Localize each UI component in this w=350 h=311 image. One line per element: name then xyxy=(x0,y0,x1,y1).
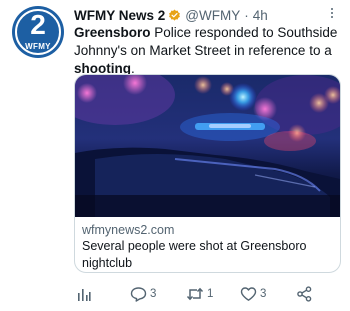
tweet[interactable]: 2 WFMY WFMY News 2 @WFMY · 4h Greensboro… xyxy=(0,0,350,311)
tweet-actions: 3 1 3 xyxy=(74,284,340,304)
retweet-button[interactable]: 1 xyxy=(186,284,213,304)
retweet-icon xyxy=(186,286,204,302)
tweet-text: Greensboro Police responded to Southside… xyxy=(74,24,340,78)
card-image xyxy=(75,75,340,217)
tweet-header: WFMY News 2 @WFMY · 4h xyxy=(74,6,268,24)
share-button[interactable] xyxy=(296,284,313,304)
card-title: Several people were shot at Greensboro n… xyxy=(82,239,307,270)
reply-count: 3 xyxy=(150,288,157,300)
reply-button[interactable]: 3 xyxy=(130,284,156,304)
analytics-icon xyxy=(76,286,92,302)
tweet-text-bold-city[interactable]: Greensboro xyxy=(74,25,151,40)
like-count: 3 xyxy=(260,288,267,300)
account-handle[interactable]: @WFMY xyxy=(185,8,240,23)
like-icon xyxy=(240,286,257,302)
verified-badge-icon xyxy=(168,9,181,22)
retweet-count: 1 xyxy=(207,288,214,300)
account-name[interactable]: WFMY News 2 xyxy=(74,8,165,23)
separator-dot: · xyxy=(244,7,249,23)
avatar-number: 2 xyxy=(30,9,46,40)
avatar[interactable]: 2 WFMY xyxy=(12,6,64,58)
more-icon[interactable] xyxy=(326,6,338,22)
card-domain: wfmynews2.com xyxy=(82,223,175,237)
reply-icon xyxy=(130,286,147,302)
share-icon xyxy=(296,286,313,302)
avatar-callsign: WFMY xyxy=(25,42,51,51)
tweet-time[interactable]: 4h xyxy=(253,8,268,23)
link-card[interactable]: wfmynews2.com Several people were shot a… xyxy=(74,74,341,273)
analytics-button[interactable] xyxy=(76,284,92,304)
like-button[interactable]: 3 xyxy=(240,284,266,304)
